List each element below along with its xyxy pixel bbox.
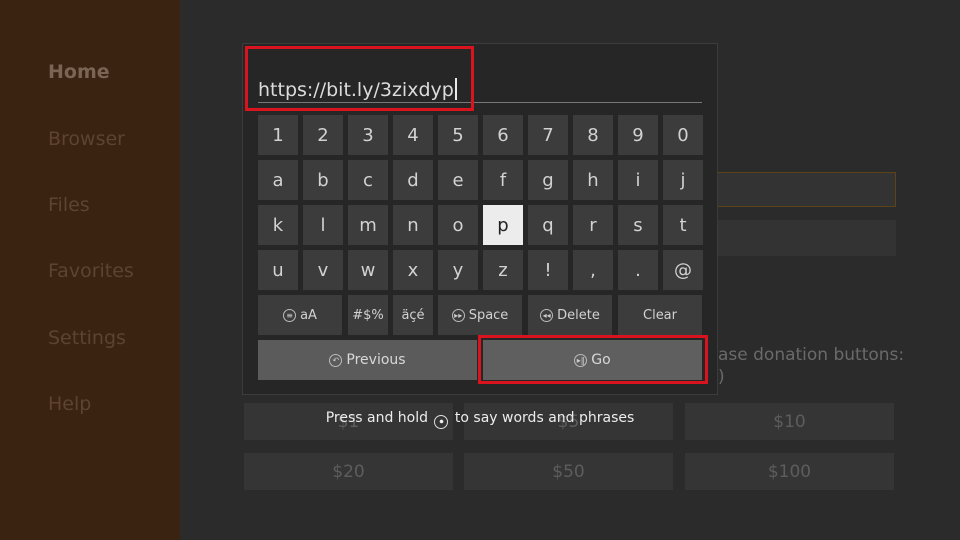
- clear-label: Clear: [643, 307, 677, 323]
- key-![interactable]: !: [528, 250, 568, 290]
- go-highlight-box: [478, 335, 708, 384]
- sidebar-item-browser[interactable]: Browser: [48, 128, 125, 150]
- key-f[interactable]: f: [483, 160, 523, 200]
- space-label: Space: [468, 307, 509, 323]
- key-n[interactable]: n: [393, 205, 433, 245]
- key-t[interactable]: t: [663, 205, 703, 245]
- key-4[interactable]: 4: [393, 115, 433, 155]
- key-v[interactable]: v: [303, 250, 343, 290]
- key-e[interactable]: e: [438, 160, 478, 200]
- key-s[interactable]: s: [618, 205, 658, 245]
- key-o[interactable]: o: [438, 205, 478, 245]
- key-x[interactable]: x: [393, 250, 433, 290]
- key-w[interactable]: w: [348, 250, 388, 290]
- delete-label: Delete: [557, 307, 600, 323]
- key-y[interactable]: y: [438, 250, 478, 290]
- key-z[interactable]: z: [483, 250, 523, 290]
- key-g[interactable]: g: [528, 160, 568, 200]
- url-field-background[interactable]: [715, 172, 896, 207]
- sidebar-item-files[interactable]: Files: [48, 194, 90, 216]
- symbols-label: #$%: [352, 307, 384, 323]
- key-6[interactable]: 6: [483, 115, 523, 155]
- space-key[interactable]: ▸▸ Space: [438, 295, 522, 335]
- sidebar-item-favorites[interactable]: Favorites: [48, 260, 134, 282]
- donation-button-50[interactable]: $50: [464, 453, 673, 490]
- key-3[interactable]: 3: [348, 115, 388, 155]
- rewind-icon: ◂◂: [540, 308, 554, 322]
- clear-key[interactable]: Clear: [618, 295, 702, 335]
- accents-label: äçé: [401, 307, 425, 323]
- key-r[interactable]: r: [573, 205, 613, 245]
- key-b[interactable]: b: [303, 160, 343, 200]
- key-8[interactable]: 8: [573, 115, 613, 155]
- voice-hint: Press and hold ⏺ to say words and phrase…: [242, 410, 718, 429]
- key-i[interactable]: i: [618, 160, 658, 200]
- key-@[interactable]: @: [663, 250, 703, 290]
- key-k[interactable]: k: [258, 205, 298, 245]
- key-5[interactable]: 5: [438, 115, 478, 155]
- donation-button-100[interactable]: $100: [685, 453, 894, 490]
- case-toggle-label: aA: [300, 307, 317, 323]
- symbols-key[interactable]: #$%: [348, 295, 388, 335]
- key-m[interactable]: m: [348, 205, 388, 245]
- donation-text-line2: ): [718, 367, 725, 387]
- key-7[interactable]: 7: [528, 115, 568, 155]
- back-icon: ↶: [329, 353, 343, 367]
- key-9[interactable]: 9: [618, 115, 658, 155]
- fast-forward-icon: ▸▸: [451, 308, 465, 322]
- key-a[interactable]: a: [258, 160, 298, 200]
- sidebar-item-home[interactable]: Home: [48, 61, 110, 83]
- donation-button-20[interactable]: $20: [244, 453, 453, 490]
- key-2[interactable]: 2: [303, 115, 343, 155]
- hint-text-after: to say words and phrases: [454, 410, 635, 426]
- donation-text-line1: ase donation buttons:: [718, 345, 905, 365]
- previous-button[interactable]: ↶ Previous: [258, 340, 477, 380]
- menu-button-icon: ≡: [283, 308, 297, 322]
- key-q[interactable]: q: [528, 205, 568, 245]
- sidebar: Home Browser Files Favorites Settings He…: [0, 0, 180, 540]
- accents-key[interactable]: äçé: [393, 295, 433, 335]
- delete-key[interactable]: ◂◂ Delete: [528, 295, 612, 335]
- key-h[interactable]: h: [573, 160, 613, 200]
- key-p[interactable]: p: [483, 205, 523, 245]
- previous-label: Previous: [346, 352, 406, 368]
- key-.[interactable]: .: [618, 250, 658, 290]
- microphone-icon: ⏺: [434, 415, 449, 429]
- key-0[interactable]: 0: [663, 115, 703, 155]
- url-highlight-box: [245, 46, 474, 111]
- key-u[interactable]: u: [258, 250, 298, 290]
- hint-text-before: Press and hold: [325, 410, 429, 426]
- sidebar-item-settings[interactable]: Settings: [48, 327, 126, 349]
- case-toggle-key[interactable]: ≡ aA: [258, 295, 342, 335]
- key-,[interactable]: ,: [573, 250, 613, 290]
- key-j[interactable]: j: [663, 160, 703, 200]
- key-c[interactable]: c: [348, 160, 388, 200]
- go-button-background[interactable]: [715, 220, 896, 256]
- sidebar-item-help[interactable]: Help: [48, 393, 91, 415]
- key-1[interactable]: 1: [258, 115, 298, 155]
- key-d[interactable]: d: [393, 160, 433, 200]
- key-l[interactable]: l: [303, 205, 343, 245]
